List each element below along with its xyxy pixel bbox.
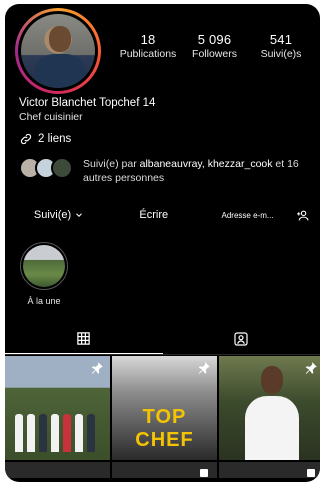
pin-icon [198,362,210,374]
stat-label: Publications [119,48,177,60]
followed-text: Suivi(e) par albaneauvray, khezzar_cook … [83,158,299,184]
profile-name: Victor Blanchet Topchef 14 [19,97,156,109]
message-button[interactable]: Écrire [103,204,205,226]
profile-bio: Chef cuisinier [19,111,83,123]
grid-icon [77,332,90,345]
post-thumbnail[interactable] [219,462,320,478]
avatar-photo [21,14,95,88]
email-button[interactable]: Adresse e-m... [208,204,287,226]
stat-following[interactable]: 541 Suivi(e)s [248,32,314,60]
profile-stats: 18 Publications 5 096 Followers 541 Suiv… [115,32,314,60]
post-thumbnail[interactable]: TOP CHEF [112,356,217,460]
posts-grid: TOP CHEF [5,356,320,478]
divider [5,354,320,355]
suggest-people-button[interactable] [290,204,314,226]
post-thumbnail[interactable] [112,462,217,478]
link-icon [20,133,32,145]
multi-photo-icon [200,469,208,477]
highlight-image [23,245,65,287]
post-thumbnail[interactable] [5,462,110,478]
tab-posts[interactable] [5,324,163,354]
profile-tabs [5,324,320,354]
chevron-down-icon [76,213,83,217]
highlight-a-la-une[interactable]: À la une [19,242,69,306]
stat-followers[interactable]: 5 096 Followers [182,32,248,60]
stat-label: Followers [192,48,237,60]
highlight-label: À la une [27,296,61,306]
pin-icon [305,362,317,374]
stat-value: 541 [269,32,293,47]
profile-screen: 18 Publications 5 096 Followers 541 Suiv… [5,4,320,482]
profile-avatar[interactable] [15,8,101,94]
stat-publications[interactable]: 18 Publications [115,32,181,60]
tab-tagged[interactable] [163,324,321,354]
post-thumbnail[interactable] [5,356,110,460]
stat-value: 18 [140,32,156,47]
post-caption: TOP CHEF [135,406,194,451]
stat-label: Suivi(e)s [260,48,302,60]
followed-avatars [19,157,77,179]
following-button[interactable]: Suivi(e) [19,204,100,226]
add-person-icon [296,210,309,220]
profile-links[interactable]: 2 liens [19,132,71,146]
followed-by[interactable]: Suivi(e) par albaneauvray, khezzar_cook … [19,157,319,185]
links-label: 2 liens [38,133,72,145]
tagged-icon [234,332,248,346]
pin-icon [91,362,103,374]
avatar [51,157,73,179]
post-thumbnail[interactable] [219,356,320,460]
profile-actions: Suivi(e) Écrire Adresse e-m... [19,204,314,226]
multi-photo-icon [307,469,315,477]
stat-value: 5 096 [197,32,232,47]
